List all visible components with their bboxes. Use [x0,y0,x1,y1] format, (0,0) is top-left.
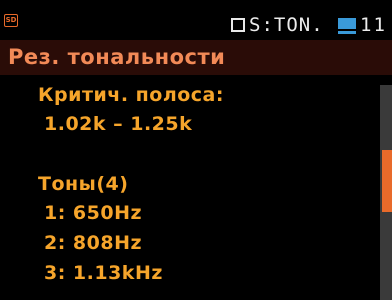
measurement-mode: S:TON. [249,14,324,36]
computer-icon [338,18,356,34]
tone-item[interactable]: 1: 650Hz [44,201,142,225]
tones-label: Тоны(4) [38,173,129,195]
status-bar: SD S:TON. 11 22 [0,0,392,40]
critical-band-label: Критич. полоса: [38,84,224,106]
scrollbar-thumb[interactable] [382,150,392,212]
tone-item[interactable]: 2: 808Hz [44,231,142,255]
results-panel: Критич. полоса: 1.02k – 1.25k Тоны(4) 1:… [0,75,392,300]
device-screen: SD S:TON. 11 22 Рез. тональности Критич.… [0,0,392,300]
square-outline-icon [231,18,245,32]
clock-time: 11 22 [360,14,392,36]
sd-card-icon: SD [4,14,18,27]
title-bar: Рез. тональности [0,40,392,75]
critical-band-value: 1.02k – 1.25k [44,113,193,135]
tone-item[interactable]: 3: 1.13kHz [44,261,163,285]
page-title: Рез. тональности [8,45,226,69]
